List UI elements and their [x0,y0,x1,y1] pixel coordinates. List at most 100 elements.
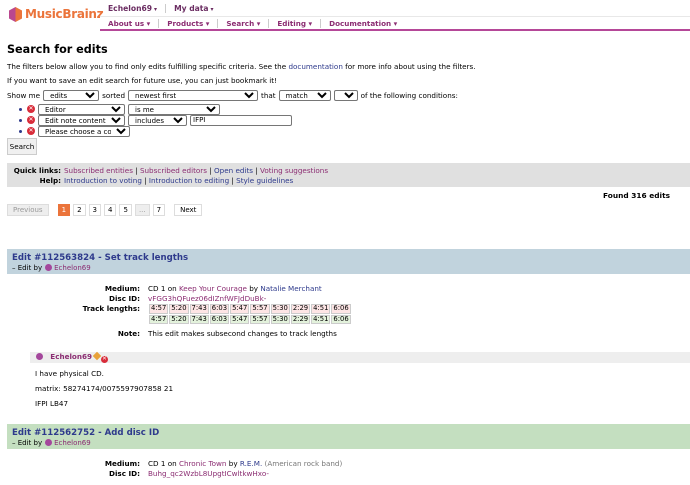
track-length-cell: 5:57 [250,314,270,324]
track-length-cell: 5:20 [169,314,189,324]
page-button[interactable]: 2 [73,204,86,216]
open-edits-link[interactable]: Open edits [214,166,253,175]
release-link[interactable]: Keep Your Courage [179,284,247,293]
user-menu-account[interactable]: Echelon69 ▾ [100,4,165,13]
track-length-cell: 6:06 [331,314,351,324]
nav-editing[interactable]: Editing ▾ [269,19,320,28]
style-guidelines-link[interactable]: Style guidelines [236,176,293,185]
bookmark-note: If you want to save an edit search for f… [7,76,277,85]
quick-links-bar: Quick links: Subscribed entities | Subscr… [7,163,690,187]
track-length-cell: 4:51 [311,304,331,314]
editor-avatar-icon [36,353,43,360]
page-button[interactable]: 5 [119,204,132,216]
page-ellipsis: ... [134,204,150,216]
new-condition-select[interactable]: Please choose a condition [38,125,130,137]
condition-field-select[interactable]: Editor [38,103,125,115]
track-length-cell: 4:57 [149,304,169,314]
edit-note-line: IFPI LB47 [35,399,69,408]
track-length-cell: 4:57 [149,314,169,324]
discid-link[interactable]: vFGG3hQFuez06dIZnfWFJdDuBk- [148,294,266,303]
voting-suggestions-link[interactable]: Voting suggestions [260,166,328,175]
artist-link[interactable]: R.E.M. [240,459,262,468]
track-length-cell: 4:51 [311,314,331,324]
condition-operator-select[interactable]: is me [128,103,220,115]
main-nav: About us ▾ Products ▾ Search ▾ Editing ▾… [100,16,690,31]
page-title: Search for edits [7,43,108,56]
track-length-cell: 7:43 [189,304,209,314]
edit-note-line: I have physical CD. [35,369,104,378]
artist-link[interactable]: Natalie Merchant [260,284,321,293]
previous-page-button[interactable]: Previous [7,204,49,216]
track-length-cell: 5:47 [230,314,250,324]
edit-header: Edit #112562752 - Add disc ID – Edit by E… [7,424,690,449]
intro-voting-link[interactable]: Introduction to voting [64,176,142,185]
edit-header: Edit #112563824 - Set track lengths – Ed… [7,249,690,274]
documentation-link[interactable]: documentation [288,62,342,71]
page-button[interactable]: 4 [104,204,117,216]
pagination: Previous 1 2 3 4 5 ... 7 Next [7,204,203,216]
logo-text: MusicBrainz [25,7,104,21]
condition-value-input[interactable] [190,114,292,126]
edit-by: – Edit by Echelon69 [12,264,91,272]
subscribed-editors-link[interactable]: Subscribed editors [140,166,207,175]
note-author-link[interactable]: Echelon69 [50,352,92,361]
track-length-cell: 5:30 [270,314,290,324]
track-length-cell: 6:06 [331,304,351,314]
edit-note-header: Echelon69 ✕ [30,351,690,363]
track-length-cell: 5:57 [250,304,270,314]
editor-link[interactable]: Echelon69 [54,264,91,272]
track-length-cell: 2:29 [290,304,311,314]
show-type-select[interactable]: edits [43,90,100,101]
nav-products[interactable]: Products ▾ [159,19,217,28]
track-length-cell: 6:03 [209,304,230,314]
editor-link[interactable]: Echelon69 [54,439,91,447]
track-length-cell: 5:47 [230,304,250,314]
user-menu-my-data[interactable]: My data ▾ [166,4,221,13]
track-length-cell: 5:20 [169,304,189,314]
results-count: Found 316 edits [603,191,670,200]
help-links-row: Help: Introduction to voting | Introducti… [39,176,294,185]
editor-avatar-icon [45,439,53,446]
sort-order-select[interactable]: newest first [128,90,259,101]
condition-operator-select[interactable]: includes [128,114,187,126]
condition-row: ✕ Editor is me [19,103,690,115]
all-any-select[interactable]: all [333,90,358,101]
track-lengths-table: 4:57 5:20 7:43 6:03 5:47 5:57 5:30 2:29 4:51 6:06… [148,303,352,325]
condition-row: ✕ Edit note content includes [19,114,690,126]
remove-condition-icon[interactable]: ✕ [27,105,35,113]
editor-avatar-icon [45,264,53,271]
match-select[interactable]: match [278,90,331,101]
user-menu: Echelon69 ▾ My data ▾ [100,0,222,16]
condition-row: ✕ Please choose a condition [19,125,690,137]
track-length-cell: 2:29 [290,314,311,324]
old-track-lengths-row: 4:57 5:20 7:43 6:03 5:47 5:57 5:30 2:29 4:51 6:06 [149,304,351,314]
filter-info: The filters below allow you to find only… [7,62,476,71]
site-header: MusicBrainz Echelon69 ▾ My data ▾ About us… [0,0,690,33]
musicbrainz-logo-icon [7,6,24,23]
remove-condition-icon[interactable]: ✕ [27,116,35,124]
edit-note-line: matrix: 58274174/0075597907858 21 [35,384,174,393]
condition-field-select[interactable]: Edit note content [38,114,125,126]
edit-title-link[interactable]: Edit #112563824 - Set track lengths [12,253,188,263]
search-button[interactable]: Search [7,138,37,155]
discid-link[interactable]: Buhg_qc2WzbL8UpgtICwltkwHxo- [148,469,269,478]
nav-search[interactable]: Search ▾ [218,19,268,28]
page-button[interactable]: 3 [88,204,101,216]
nav-about-us[interactable]: About us ▾ [100,19,158,28]
search-form-line: Show me edits sorted newest first that m… [7,90,690,101]
musicbrainz-logo[interactable]: MusicBrainz [7,4,104,24]
intro-editing-link[interactable]: Introduction to editing [149,176,229,185]
next-page-button[interactable]: Next [174,204,203,216]
page-button[interactable]: 7 [152,204,166,216]
nav-documentation[interactable]: Documentation ▾ [321,19,405,28]
release-link[interactable]: Chronic Town [179,459,227,468]
edit-note-pencil-icon[interactable] [92,351,102,361]
subscribed-entities-link[interactable]: Subscribed entities [64,166,133,175]
edit-title-link[interactable]: Edit #112562752 - Add disc ID [12,428,159,438]
track-length-cell: 6:03 [209,314,230,324]
delete-note-icon[interactable]: ✕ [100,356,108,363]
track-length-cell: 7:43 [189,314,209,324]
remove-condition-icon[interactable]: ✕ [27,127,35,135]
page-button[interactable]: 1 [57,204,71,216]
new-track-lengths-row: 4:57 5:20 7:43 6:03 5:47 5:57 5:30 2:29 4:51 6:06 [149,314,351,324]
